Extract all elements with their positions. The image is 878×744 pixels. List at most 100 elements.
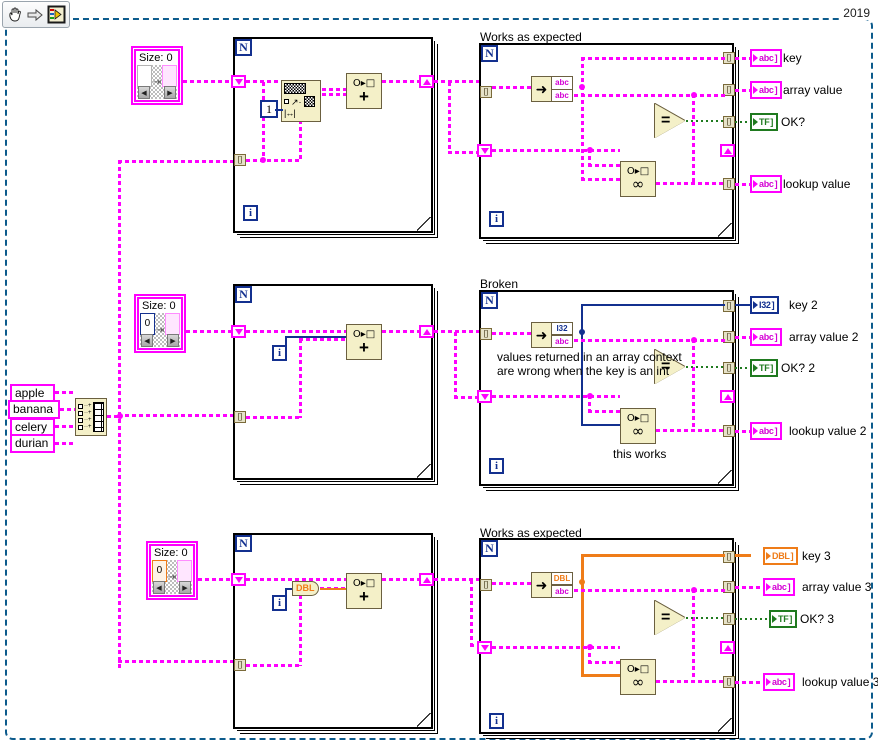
wire-key-to-lookup-h-3 [581, 674, 623, 677]
map-index-node-1[interactable]: ➜ abc abc [531, 76, 573, 102]
map-scroll-left-2[interactable]: ◀ [141, 334, 153, 347]
loop-tunnel-in-1[interactable]: [] [234, 154, 246, 166]
loop-count-terminal-2r[interactable]: N [481, 292, 498, 309]
string-constant-durian[interactable]: durian [10, 434, 55, 453]
indicator-array-value-3-glyph: abc [772, 582, 787, 592]
wire-vert-2 [299, 339, 302, 418]
arrow-tool-icon[interactable] [27, 4, 46, 25]
loop-count-terminal-1[interactable]: N [235, 39, 252, 56]
indicator-array-value[interactable]: abc] [750, 81, 783, 99]
wire-key-h-2 [581, 304, 725, 306]
map-lookup-node-2[interactable]: O▸□ ∞ [620, 408, 656, 444]
map-value-cell-2[interactable] [165, 313, 180, 335]
map-key-cell-2[interactable]: 0 [140, 313, 155, 335]
map-scroll-right-1[interactable]: ▶ [164, 86, 176, 99]
shift-register-right-3[interactable] [419, 573, 434, 586]
map-scroll-left-3[interactable]: ◀ [153, 581, 165, 594]
string-constant-banana[interactable]: banana [8, 400, 60, 419]
map-scroll-right-2[interactable]: ▶ [167, 334, 179, 347]
indicator-ok[interactable]: TF] [750, 113, 779, 131]
for-loop-3[interactable] [233, 533, 433, 729]
indicator-array-value-2[interactable]: abc] [750, 328, 783, 346]
loop-count-terminal-3r[interactable]: N [481, 540, 498, 557]
map-insert-node-1[interactable]: ↗· |↔| [281, 80, 321, 122]
add-node-1[interactable]: O▸□ + [346, 73, 382, 109]
wire-sr-to-lookup-2 [492, 395, 620, 398]
wire-ok-1 [686, 120, 725, 122]
indicator-lookup-value[interactable]: abc] [750, 175, 783, 193]
loop-tunnel-in-3[interactable]: [] [234, 659, 246, 671]
wire-dbl-to-add-3 [320, 588, 346, 590]
map-value-cell-1[interactable] [162, 65, 177, 87]
loop-count-terminal-3[interactable]: N [235, 535, 252, 552]
map-scroll-left-1[interactable]: ◀ [138, 86, 150, 99]
shift-register-right-1[interactable] [419, 75, 434, 88]
shift-register-left-3[interactable] [231, 573, 246, 586]
for-loop-corner-1r [718, 223, 732, 237]
map-index-key-type-1: abc [552, 77, 572, 89]
indicator-ok-2[interactable]: TF] [750, 359, 779, 377]
shift-register-left-1[interactable] [231, 75, 246, 88]
indicator-key-2[interactable]: I32] [750, 296, 780, 314]
map-key-cell-3[interactable]: 0 [152, 560, 167, 582]
map-index-node-2[interactable]: ➜ I32 abc [531, 322, 573, 348]
indicator-ok-3[interactable]: TF] [769, 610, 798, 628]
wire-loop3-out-v [470, 580, 473, 646]
shift-register-right-1r[interactable] [720, 144, 735, 157]
map-scroll-right-3[interactable]: ▶ [179, 581, 191, 594]
indicator-lookup-value-3[interactable]: abc] [763, 673, 796, 691]
for-loop-2[interactable] [233, 284, 433, 480]
indicator-key-3[interactable]: DBL] [763, 547, 799, 565]
map-constant-2[interactable]: Size: 0 0 ⇥ ◀ ▶ [134, 294, 186, 353]
iteration-terminal-3r: i [489, 713, 504, 729]
loop-tunnel-in-1r[interactable]: [] [480, 86, 492, 98]
loop-tunnel-in-2r[interactable]: [] [480, 328, 492, 340]
indicator-array-value-3[interactable]: abc] [763, 578, 796, 596]
wire-to-mapindex-1 [492, 86, 531, 89]
indicator-key[interactable]: abc] [750, 49, 783, 67]
wire-index-1 [275, 109, 283, 111]
loop-tunnel-in-3r[interactable]: [] [480, 579, 492, 591]
map-constant-3[interactable]: Size: 0 0 ⇥ ◀ ▶ [146, 541, 198, 600]
wire-key-to-lookup-v-2 [581, 332, 583, 426]
loop-tunnel-key-3[interactable]: [] [723, 551, 735, 563]
shift-register-left-2[interactable] [231, 325, 246, 338]
shift-register-left-3r[interactable] [477, 641, 492, 654]
for-loop-3-right[interactable] [479, 538, 734, 734]
loop-tunnel-in-2[interactable]: [] [234, 411, 246, 423]
for-loop-2-right[interactable] [479, 290, 734, 486]
equals-node-1[interactable]: = [655, 104, 685, 138]
map-value-cell-3[interactable] [177, 560, 192, 582]
loop-tunnel-ok-1[interactable]: [] [723, 116, 735, 128]
add-node-3[interactable]: O▸□ + [346, 573, 382, 609]
add-node-2[interactable]: O▸□ + [346, 324, 382, 360]
toolbar[interactable] [2, 1, 70, 28]
vi-front-panel-icon[interactable] [47, 4, 66, 25]
for-loop-1-right[interactable] [479, 43, 734, 239]
shift-register-left-2r[interactable] [477, 390, 492, 403]
wire-loop1-out [434, 80, 484, 83]
map-key-cell-1[interactable] [137, 65, 152, 87]
shift-register-left-1r[interactable] [477, 144, 492, 157]
loop-count-terminal-1r[interactable]: N [481, 45, 498, 62]
block-diagram-window: 2019 apple banana celery durian ··+ ··+ … [0, 0, 878, 744]
loop-tunnel-ok-3[interactable]: [] [723, 613, 735, 625]
loop-count-terminal-2[interactable]: N [235, 286, 252, 303]
hand-tool-icon[interactable] [6, 4, 25, 25]
indicator-lookup-value-2[interactable]: abc] [750, 422, 783, 440]
loop-tunnel-key-2[interactable]: [] [723, 300, 735, 312]
loop-tunnel-ok-2[interactable]: [] [723, 362, 735, 374]
shift-register-right-3r[interactable] [720, 641, 735, 654]
wire-key-h-1 [581, 57, 725, 60]
shift-register-right-2r[interactable] [720, 390, 735, 403]
build-array-node[interactable]: ··+ ··+ ··+ ··+ [75, 398, 107, 436]
map-constant-1[interactable]: Size: 0 ⇥ ◀ ▶ [131, 46, 183, 105]
shift-register-right-2[interactable] [419, 325, 434, 338]
indicator-lookup-value-glyph: abc [759, 179, 774, 189]
wire-to-add-1b [322, 93, 346, 96]
equals-node-3[interactable]: = [655, 601, 685, 635]
map-index-node-3[interactable]: ➜ DBL abc [531, 572, 573, 598]
map-lookup-node-1[interactable]: O▸□ ∞ [620, 161, 656, 197]
wire-ind-ok-1 [735, 121, 751, 123]
map-lookup-node-3[interactable]: O▸□ ∞ [620, 659, 656, 695]
